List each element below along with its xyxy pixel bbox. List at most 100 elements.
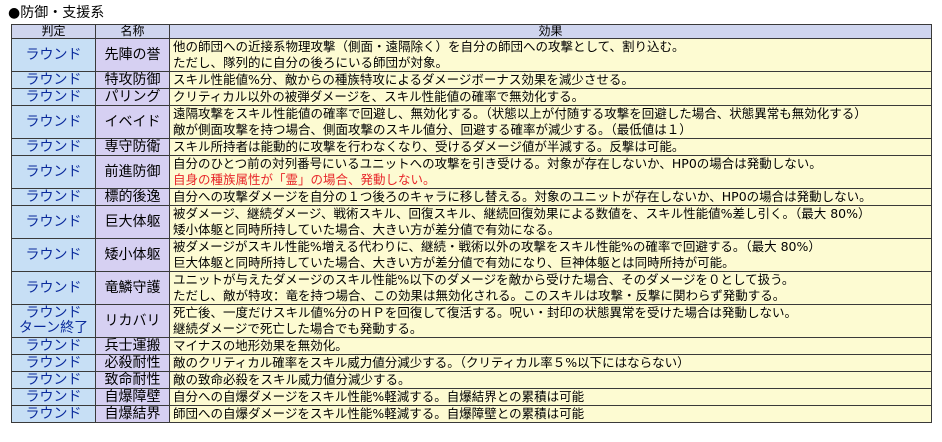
skill-name: 自爆障壁 [95, 388, 170, 406]
table-row: ラウンド 竜鱗守護 ユニットが与えたダメージのスキル性能%以下のダメージを敵から受け… [11, 271, 932, 305]
table-row: ラウンド 自爆障壁 自分への自爆ダメージをスキル性能%軽減する。自爆結界との累積は可… [11, 388, 932, 406]
skill-name: 自爆結界 [95, 405, 170, 423]
skill-name: 兵士運搬 [95, 337, 170, 355]
table-row: ラウンド イベイド 遠隔攻撃をスキル性能値の確率で回避し、無効化する。（状態以上が付… [11, 105, 932, 139]
skill-table: 判定 名称 効果 ラウンド 先陣の誉 他の師団への近接系物理攻撃（側面・遠隔除く）を… [11, 24, 932, 423]
judge-cell: ラウンド [11, 38, 96, 72]
table-row: ラウンド 特攻防御 スキル性能値%分、敵からの種族特攻によるダメージボーナス効果を減… [11, 71, 932, 89]
effect-text: ただし、隊列的に自分の後ろにいる師団が対象。 [173, 55, 449, 70]
effect-text: 巨大体躯と同時所持していた場合、大きい方が差分値で有効になり、巨神体躯とは同時所… [173, 255, 735, 270]
judge-cell: ラウンド [11, 105, 96, 139]
table-header-row: 判定 名称 効果 [11, 24, 932, 39]
effect-cell: ユニットが与えたダメージのスキル性能%以下のダメージを敵から受けた場合、そのダメ… [169, 271, 932, 305]
skill-name: 致命耐性 [95, 371, 170, 389]
judge-cell: ラウンド [11, 88, 96, 106]
judge-text: ラウンド [25, 213, 82, 230]
effect-text: 自分への攻撃ダメージを自分の１つ後ろのキャラに移し替える。対象のユニットが存在し… [173, 189, 872, 205]
table-row: ラウンド 前進防御 自分のひとつ前の対列番号にいるユニットへの攻撃を引き受ける。対象… [11, 155, 932, 189]
table-row: ラウンド パリング クリティカル以外の被弾ダメージを、スキル性能値の確率で無効化する… [11, 88, 932, 106]
skill-name: 先陣の誉 [95, 38, 170, 72]
effect-cell: 自分のひとつ前の対列番号にいるユニットへの攻撃を引き受ける。対象が存在しないか、… [169, 155, 932, 189]
effect-cell: 被ダメージがスキル性能%増える代わりに、継続・戦術以外の攻撃をスキル性能%の確率… [169, 238, 932, 272]
skill-name: 竜鱗守護 [95, 271, 170, 305]
judge-text: ラウンド [25, 337, 82, 354]
effect-text: 自分のひとつ前の対列番号にいるユニットへの攻撃を引き受ける。対象が存在しないか、… [173, 156, 822, 172]
effect-cell: 遠隔攻撃をスキル性能値の確率で回避し、無効化する。（状態以上が付随する攻撃を回避… [169, 105, 932, 139]
skill-name: リカバリ [95, 304, 170, 338]
judge-text: ラウンド [25, 163, 82, 180]
judge-cell: ラウンド [11, 205, 96, 239]
effect-text: ただし、敵が特攻：竜を持つ場合、この効果は無効化される。このスキルは攻撃・反撃に… [173, 288, 786, 303]
table-row: ラウンド 専守防衛 スキル所持者は能動的に攻撃を行わなくなり、受けるダメージ値が半減… [11, 138, 932, 156]
effect-cell: 他の師団への近接系物理攻撃（側面・遠隔除く）を自分の師団への攻撃として、割り込む… [169, 38, 932, 72]
effect-cell: 師団への自爆ダメージをスキル性能%軽減する。自爆障壁との累積は可能 [169, 405, 932, 423]
effect-text: 自分への自爆ダメージをスキル性能%軽減する。自爆結界との累積は可能 [173, 389, 585, 405]
effect-cell: 被ダメージ、継続ダメージ、戦術スキル、回復スキル、継続回復効果による数値を、スキ… [169, 205, 932, 239]
judge-cell: ラウンド ターン終了 [11, 304, 96, 338]
effect-cell: スキル性能値%分、敵からの種族特攻によるダメージボーナス効果を減少させる。 [169, 71, 932, 89]
effect-cell: 自分への自爆ダメージをスキル性能%軽減する。自爆結界との累積は可能 [169, 388, 932, 406]
table-body: ラウンド 先陣の誉 他の師団への近接系物理攻撃（側面・遠隔除く）を自分の師団への攻撃… [11, 38, 932, 423]
effect-text: スキル性能値%分、敵からの種族特攻によるダメージボーナス効果を減少させる。 [173, 72, 634, 88]
skill-name: 特攻防御 [95, 71, 170, 89]
skill-name: 前進防御 [95, 155, 170, 189]
judge-text: ラウンド [25, 138, 82, 155]
effect-cell: クリティカル以外の被弾ダメージを、スキル性能値の確率で無効化する。 [169, 88, 932, 106]
header-name: 名称 [95, 24, 170, 39]
judge-cell: ラウンド [11, 138, 96, 156]
judge-text: ラウンド [25, 305, 82, 321]
skill-name: 標的後逸 [95, 188, 170, 206]
judge-text: ラウンド [25, 354, 82, 371]
judge-cell: ラウンド [11, 405, 96, 423]
judge-text: ラウンド [25, 246, 82, 263]
skill-name: 専守防衛 [95, 138, 170, 156]
table-row: ラウンド 自爆結界 師団への自爆ダメージをスキル性能%軽減する。自爆障壁との累積は可… [11, 405, 932, 423]
skill-name: パリング [95, 88, 170, 106]
judge-text: ラウンド [25, 188, 82, 205]
table-row: ラウンド 標的後逸 自分への攻撃ダメージを自分の１つ後ろのキャラに移し替える。対象の… [11, 188, 932, 206]
skill-name: イベイド [95, 105, 170, 139]
section-title: ●防御・支援系 [8, 5, 105, 21]
judge-text: ラウンド [25, 405, 82, 422]
effect-text: 敵のクリティカル確率をスキル威力値分減少する。（クリティカル率５%以下にはならな… [173, 355, 690, 371]
effect-cell: 敵のクリティカル確率をスキル威力値分減少する。（クリティカル率５%以下にはならな… [169, 354, 932, 372]
effect-text: 他の師団への近接系物理攻撃（側面・遠隔除く）を自分の師団への攻撃として、割り込む… [173, 39, 685, 55]
judge-cell: ラウンド [11, 155, 96, 189]
effect-text: ユニットが与えたダメージのスキル性能%以下のダメージを敵から受けた場合、そのダメ… [173, 272, 795, 288]
effect-text: 敵が側面攻撃を持つ場合、側面攻撃のスキル値分、回避する確率が減少する。（最低値は… [173, 122, 692, 137]
judge-text: ラウンド [25, 279, 82, 296]
judge-text: ラウンド [25, 88, 82, 105]
effect-cell: マイナスの地形効果を無効化。 [169, 337, 932, 355]
table-row: ラウンド ターン終了 リカバリ 死亡後、一度だけスキル値%分のＨＰを回復して復活する。… [11, 304, 932, 338]
effect-text: 継続ダメージで死亡した場合でも発動する。 [173, 321, 423, 336]
table-row: ラウンド 必殺耐性 敵のクリティカル確率をスキル威力値分減少する。（クリティカル率５… [11, 354, 932, 372]
judge-cell: ラウンド [11, 71, 96, 89]
table-row: ラウンド 矮小体躯 被ダメージがスキル性能%増える代わりに、継続・戦術以外の攻撃をス… [11, 238, 932, 272]
effect-text: クリティカル以外の被弾ダメージを、スキル性能値の確率で無効化する。 [173, 89, 585, 105]
judge-text: ラウンド [25, 388, 82, 405]
judge-text: ラウンド [25, 113, 82, 130]
table-row: ラウンド 致命耐性 敵の致命必殺をスキル威力値分減少する。 [11, 371, 932, 389]
judge-cell: ラウンド [11, 271, 96, 305]
judge-text: ラウンド [25, 46, 82, 63]
effect-text: 矮小体躯と同時所持していた場合、大きい方が差分値で有効になる。 [173, 222, 561, 237]
judge-cell: ラウンド [11, 188, 96, 206]
judge-text: ラウンド [25, 371, 82, 388]
effect-cell: 自分への攻撃ダメージを自分の１つ後ろのキャラに移し替える。対象のユニットが存在し… [169, 188, 932, 206]
judge-cell: ラウンド [11, 388, 96, 406]
judge-text: ターン終了 [18, 320, 89, 336]
judge-cell: ラウンド [11, 238, 96, 272]
effect-text: 被ダメージがスキル性能%増える代わりに、継続・戦術以外の攻撃をスキル性能%の確率… [173, 239, 821, 255]
effect-text: 被ダメージ、継続ダメージ、戦術スキル、回復スキル、継続回復効果による数値を、スキ… [173, 206, 871, 222]
header-judge: 判定 [11, 24, 96, 39]
effect-text: 死亡後、一度だけスキル値%分のＨＰを回復して復活する。呪い・封印の状態異常を受け… [173, 305, 798, 321]
header-effect: 効果 [169, 24, 932, 39]
effect-text: マイナスの地形効果を無効化。 [173, 338, 348, 354]
judge-cell: ラウンド [11, 337, 96, 355]
effect-text: 敵の致命必殺をスキル威力値分減少する。 [173, 372, 411, 388]
judge-text: ラウンド [25, 71, 82, 88]
judge-cell: ラウンド [11, 371, 96, 389]
effect-text: スキル所持者は能動的に攻撃を行わなくなり、受けるダメージ値が半減する。反撃は可能… [173, 139, 685, 155]
judge-cell: ラウンド [11, 354, 96, 372]
effect-cell: 敵の致命必殺をスキル威力値分減少する。 [169, 371, 932, 389]
